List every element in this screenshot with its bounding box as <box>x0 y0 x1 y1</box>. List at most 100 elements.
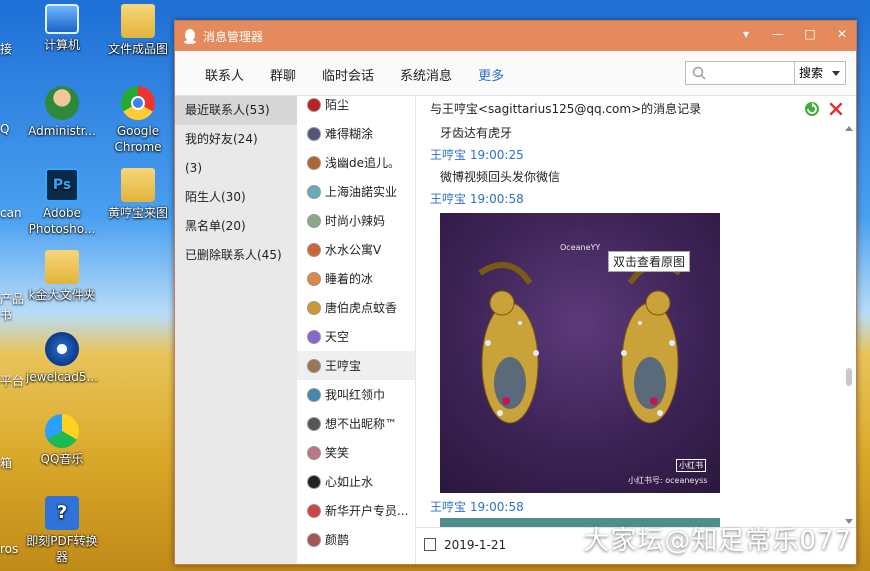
desktop-icon[interactable]: Google Chrome <box>98 86 178 155</box>
desktop-edge-label[interactable]: 书 <box>0 306 12 323</box>
jewel-icon <box>45 332 79 366</box>
contact-group-item[interactable]: 最近联系人(53) <box>175 96 297 125</box>
contact-name: 陌尘 <box>325 98 350 112</box>
contact-name: 王哼宝 <box>325 359 362 373</box>
delete-record-icon[interactable] <box>828 101 844 117</box>
desktop-edge-label[interactable]: ros <box>0 542 18 556</box>
avatar <box>307 213 321 228</box>
desktop-edge-label[interactable]: can <box>0 206 22 220</box>
search-button[interactable]: 搜索 <box>795 61 846 85</box>
avatar <box>307 532 321 547</box>
qq-penguin-icon <box>184 29 196 44</box>
message-sender-time: 王哼宝 19:00:58 <box>430 500 524 514</box>
calendar-icon[interactable] <box>424 538 436 551</box>
desktop-icon[interactable]: 文件成品图 <box>98 4 178 57</box>
desktop-icon-label: 黄哼宝来图 <box>107 206 168 220</box>
vertical-scrollbar[interactable] <box>842 124 856 526</box>
tab-3[interactable]: 系统消息 <box>400 65 452 84</box>
minimize-icon[interactable]: — <box>772 27 784 41</box>
contact-item[interactable]: 陌尘 <box>297 96 415 119</box>
contact-groups: 最近联系人(53) 我的好友(24) (3) 陌生人(30) 黑名单(20) 已删除联系人… <box>175 96 297 564</box>
desktop-icon[interactable]: 计算机 <box>22 4 102 53</box>
desktop-icon-label: 即刻PDF转换器 <box>26 534 98 564</box>
contact-name: 想不出昵称™ <box>325 417 398 431</box>
dropdown-menu-icon[interactable]: ▾ <box>740 27 752 41</box>
contact-name: 颜鹊 <box>325 533 350 547</box>
search-input[interactable] <box>685 61 795 85</box>
contact-item[interactable]: 颜鹊 <box>297 525 415 554</box>
scroll-thumb[interactable] <box>846 368 852 386</box>
contact-item[interactable]: 睡着的冰 <box>297 264 415 293</box>
user-icon <box>45 86 79 120</box>
avatar <box>307 126 321 141</box>
contact-group-item[interactable]: 我的好友(24) <box>175 125 297 154</box>
tab-2[interactable]: 临时会话 <box>322 65 374 84</box>
message-text: 牙齿达有虎牙 <box>440 126 513 140</box>
avatar <box>307 184 321 199</box>
maximize-icon[interactable]: □ <box>804 27 816 41</box>
message-sender-time: 王哼宝 19:00:58 <box>430 192 524 206</box>
contact-item[interactable]: 浅幽de追儿。 <box>297 148 415 177</box>
folder-icon <box>45 250 79 284</box>
contact-item[interactable]: 上海油諾实业 <box>297 177 415 206</box>
avatar <box>307 387 321 402</box>
close-icon[interactable]: ✕ <box>836 27 848 41</box>
contact-group-item[interactable]: (3) <box>175 154 297 183</box>
contact-name: 上海油諾实业 <box>325 185 398 199</box>
contact-group-item[interactable]: 陌生人(30) <box>175 183 297 212</box>
refresh-icon[interactable] <box>804 101 820 117</box>
avatar <box>307 358 321 373</box>
chat-record-header: 与王哼宝<sagittarius125@qq.com>的消息记录 <box>416 96 856 122</box>
record-date: 2019-1-21 <box>444 538 507 552</box>
search-icon <box>692 66 706 80</box>
desktop-icon-label: QQ音乐 <box>40 452 84 466</box>
contact-item[interactable]: 水水公寓V <box>297 235 415 264</box>
contact-list: 陌尘难得糊涂 浅幽de追儿。上海油諾实业时尚小辣妈 水水公寓V 睡着的冰 唐伯虎点蚊香天… <box>297 96 416 564</box>
chrome-icon <box>121 86 155 120</box>
contact-group-item[interactable]: 已删除联系人(45) <box>175 241 297 270</box>
desktop-icon[interactable]: ? 即刻PDF转换器 <box>22 496 102 565</box>
folder-icon <box>121 168 155 202</box>
avatar <box>307 242 321 257</box>
contact-item[interactable]: 唐伯虎点蚊香 <box>297 293 415 322</box>
contact-name: 笑笑 <box>325 446 350 460</box>
view-original-hint[interactable]: 双击查看原图 <box>608 251 691 272</box>
contact-item[interactable]: 王哼宝 <box>297 351 415 380</box>
tab-1[interactable]: 群聊 <box>270 65 296 84</box>
desktop-icon[interactable]: QQ音乐 <box>22 414 102 467</box>
desktop-icon[interactable]: k金大文件夹 <box>22 250 102 303</box>
desktop-edge-label[interactable]: 平台 <box>0 372 24 389</box>
image-watermark: OceaneYY <box>560 243 601 252</box>
contact-item[interactable]: 心如止水 <box>297 467 415 496</box>
chat-image[interactable]: OceaneYY 双击查看原图 小红书 小红书号: oceaneyss <box>440 213 720 493</box>
desktop-icon[interactable]: jewelcad5... <box>22 332 102 385</box>
tab-4[interactable]: 更多 <box>478 65 504 84</box>
desktop-edge-label[interactable]: 箱 <box>0 454 12 471</box>
desktop-edge-label[interactable]: 产品 <box>0 290 24 307</box>
forum-watermark: 大家坛@知足常乐077 <box>583 526 852 556</box>
contact-item[interactable]: 时尚小辣妈 <box>297 206 415 235</box>
avatar <box>307 474 321 489</box>
desktop-icon-label: Adobe Photosho... <box>28 206 96 236</box>
avatar <box>307 271 321 286</box>
contact-item[interactable]: 想不出昵称™ <box>297 409 415 438</box>
contact-name: 新华开户专员... <box>325 504 409 518</box>
desktop-edge-label[interactable]: 接 <box>0 40 12 57</box>
contact-item[interactable]: 我叫红领巾 <box>297 380 415 409</box>
desktop-edge-label[interactable]: Q <box>0 122 9 136</box>
contact-group-item[interactable]: 黑名单(20) <box>175 212 297 241</box>
music-icon <box>45 414 79 448</box>
contact-item[interactable]: 天空 <box>297 322 415 351</box>
contact-item[interactable]: 新华开户专员... <box>297 496 415 525</box>
desktop-icon-label: Administr... <box>28 124 96 138</box>
contact-item[interactable]: 笑笑 <box>297 438 415 467</box>
contact-item[interactable]: 难得糊涂 <box>297 119 415 148</box>
message-manager-window: 消息管理器 ▾ — □ ✕ 联系人 群聊 临时会话 系统消息 更多 搜索 最近联系人(5… <box>174 20 857 565</box>
title-bar[interactable]: 消息管理器 ▾ — □ ✕ <box>175 21 856 51</box>
desktop-icon[interactable]: Ps Adobe Photosho... <box>22 168 102 237</box>
tab-0[interactable]: 联系人 <box>205 65 244 84</box>
scroll-up-icon[interactable] <box>845 126 853 131</box>
ps-icon: Ps <box>45 168 79 202</box>
desktop-icon[interactable]: Administr... <box>22 86 102 139</box>
desktop-icon[interactable]: 黄哼宝来图 <box>98 168 178 221</box>
